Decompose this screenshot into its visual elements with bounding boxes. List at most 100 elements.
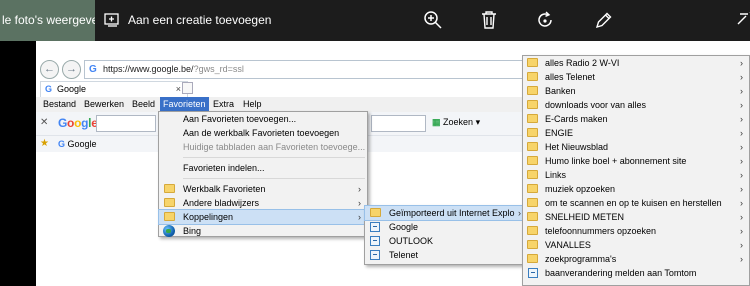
view-all-photos-button[interactable]: le foto's weergeven [0, 0, 95, 41]
menu-favorieten[interactable]: Favorieten [160, 97, 209, 112]
back-button[interactable]: ← [40, 60, 59, 79]
edit-icon[interactable] [594, 10, 614, 30]
tab-google[interactable]: G Google × [40, 81, 188, 97]
imported-menu-item-label: Het Nieuwsblad [545, 142, 609, 152]
photos-toolbar: le foto's weergeven Aan een creatie toev… [0, 0, 750, 41]
google-fav-icon: G [58, 139, 66, 149]
rotate-icon[interactable] [536, 10, 556, 30]
imported-menu-item-muziek-opzoeken[interactable]: muziek opzoeken › [523, 182, 749, 196]
tab-title: Google [57, 84, 87, 94]
chevron-right-icon: › [740, 156, 743, 166]
chevron-right-icon: › [740, 128, 743, 138]
favorites-menu-item-huidige-tabbladen-aan-favorieten-toevoege[interactable]: Huidige tabbladen aan Favorieten toevoeg… [159, 140, 367, 154]
search-color-icon: ▦ [432, 117, 441, 127]
imported-menu-item-label: telefoonnummers opzoeken [545, 226, 657, 236]
chevron-right-icon: › [740, 142, 743, 152]
forward-arrow-icon: → [66, 63, 77, 75]
menu-help[interactable]: Help [240, 97, 265, 112]
address-bar[interactable]: G https://www.google.be/?gws_rd=ssl [84, 60, 524, 79]
search-button[interactable]: ▦ Zoeken ▾ [432, 117, 480, 128]
menu-bewerken[interactable]: Bewerken [81, 97, 127, 112]
links-menu-item-google[interactable]: Google [365, 220, 527, 234]
imported-menu-item-alles-telenet[interactable]: alles Telenet › [523, 70, 749, 84]
menu-bestand[interactable]: Bestand [40, 97, 79, 112]
imported-menu-item-humo-linke-boel-abonnement-site[interactable]: Humo linke boel + abonnement site › [523, 154, 749, 168]
favorites-menu-item-aan-favorieten-toevoegen[interactable]: Aan Favorieten toevoegen... [159, 112, 367, 126]
zoom-in-icon[interactable] [423, 10, 443, 30]
imported-menu-item-banken[interactable]: Banken › [523, 84, 749, 98]
add-creation-icon [104, 13, 119, 27]
imported-menu-item-e-cards-maken[interactable]: E-Cards maken › [523, 112, 749, 126]
favorites-menu-item-label: Favorieten indelen... [183, 163, 265, 173]
favorites-menu-item-werkbalk-favorieten[interactable]: Werkbalk Favorieten › [159, 182, 367, 196]
folder-icon [164, 212, 175, 221]
folder-icon [527, 86, 538, 95]
favorites-bar-google[interactable]: G Google [58, 136, 97, 152]
folder-icon [370, 208, 381, 217]
folder-icon [164, 198, 175, 207]
add-to-creation-button[interactable]: Aan een creatie toevoegen [104, 0, 271, 41]
google-search-input-end[interactable] [371, 115, 426, 132]
folder-icon [527, 226, 538, 235]
imported-menu-item-vanalles[interactable]: VANALLES › [523, 238, 749, 252]
imported-menu-item-om-te-scannen-en-op-te-kuisen-en-herstellen[interactable]: om te scannen en op te kuisen en herstel… [523, 196, 749, 210]
share-icon[interactable] [736, 10, 750, 30]
imported-menu-item-zoekprogramma-s[interactable]: zoekprogramma's › [523, 252, 749, 266]
close-toolbar-icon[interactable]: ✕ [40, 117, 48, 128]
links-menu-item-ge-mporteerd-uit-internet-explo[interactable]: Geïmporteerd uit Internet Explo › [364, 205, 528, 221]
favorites-menu-item-label: Bing [183, 226, 202, 236]
favorites-menu-item-koppelingen[interactable]: Koppelingen › [158, 209, 368, 225]
favorites-menu-item-label: Koppelingen [183, 212, 234, 222]
google-tab-icon: G [45, 84, 53, 94]
menu-beeld[interactable]: Beeld [129, 97, 158, 112]
favorites-menu-item-label: Aan Favorieten toevoegen... [183, 114, 297, 124]
folder-icon [527, 212, 538, 221]
chevron-right-icon: › [740, 226, 743, 236]
forward-button[interactable]: → [62, 60, 81, 79]
imported-menu-item-telefoonnummers-opzoeken[interactable]: telefoonnummers opzoeken › [523, 224, 749, 238]
chevron-right-icon: › [740, 100, 743, 110]
favorites-menu-item-aan-de-werkbalk-favorieten-toevoegen[interactable]: Aan de werkbalk Favorieten toevoegen [159, 126, 367, 140]
imported-menu-item-links[interactable]: Links › [523, 168, 749, 182]
url-main: https://www.google.be/ [103, 64, 194, 74]
imported-menu-item-label: muziek opzoeken [545, 184, 616, 194]
folder-icon [164, 184, 175, 193]
favorites-menu-item-favorieten-indelen[interactable]: Favorieten indelen... [159, 161, 367, 175]
delete-icon[interactable] [479, 10, 499, 30]
ie-page-icon [370, 236, 380, 246]
links-menu-item-outlook[interactable]: OUTLOOK [365, 234, 527, 248]
chevron-right-icon: › [740, 254, 743, 264]
folder-icon [527, 58, 538, 67]
close-tab-icon[interactable]: × [176, 82, 181, 97]
imported-menu-item-het-nieuwsblad[interactable]: Het Nieuwsblad › [523, 140, 749, 154]
imported-menu-item-label: alles Telenet [545, 72, 595, 82]
chevron-right-icon: › [358, 198, 361, 208]
links-menu-item-label: Google [389, 222, 419, 232]
imported-menu-item-label: Humo linke boel + abonnement site [545, 156, 687, 166]
folder-icon [527, 100, 538, 109]
favorites-menu-item-label: Andere bladwijzers [183, 198, 260, 208]
imported-menu-item-engie[interactable]: ENGIE › [523, 126, 749, 140]
imported-menu-item-alles-radio-2-w-vi[interactable]: alles Radio 2 W-VI › [523, 56, 749, 70]
imported-menu-item-snelheid-meten[interactable]: SNELHEID METEN › [523, 210, 749, 224]
favorites-menu-item-andere-bladwijzers[interactable]: Andere bladwijzers › [159, 196, 367, 210]
imported-menu-item-label: om te scannen en op te kuisen en herstel… [545, 198, 722, 208]
imported-menu-item-label: ENGIE [545, 128, 574, 138]
imported-menu-item-downloads-voor-van-alles[interactable]: downloads voor van alles › [523, 98, 749, 112]
google-search-input[interactable] [96, 115, 156, 132]
imported-menu-item-baanverandering-melden-aan-tomtom[interactable]: baanverandering melden aan Tomtom [523, 266, 749, 280]
folder-icon [527, 184, 538, 193]
favorites-menu-item-label: Werkbalk Favorieten [183, 184, 266, 194]
chevron-right-icon: › [358, 212, 361, 222]
favorites-menu-item-bing[interactable]: Bing [159, 224, 367, 238]
imported-menu-item-label: zoekprogramma's [545, 254, 617, 264]
chevron-right-icon: › [358, 184, 361, 194]
favorites-star-icon[interactable]: ★ [40, 136, 49, 152]
imported-menu-item-label: alles Radio 2 W-VI [545, 58, 620, 68]
menu-extra[interactable]: Extra [210, 97, 237, 112]
new-tab-button[interactable] [182, 82, 193, 94]
links-menu-item-telenet[interactable]: Telenet [365, 248, 527, 262]
imported-menu-item-label: Banken [545, 86, 576, 96]
chevron-right-icon: › [518, 208, 521, 218]
add-to-creation-label: Aan een creatie toevoegen [128, 13, 272, 27]
